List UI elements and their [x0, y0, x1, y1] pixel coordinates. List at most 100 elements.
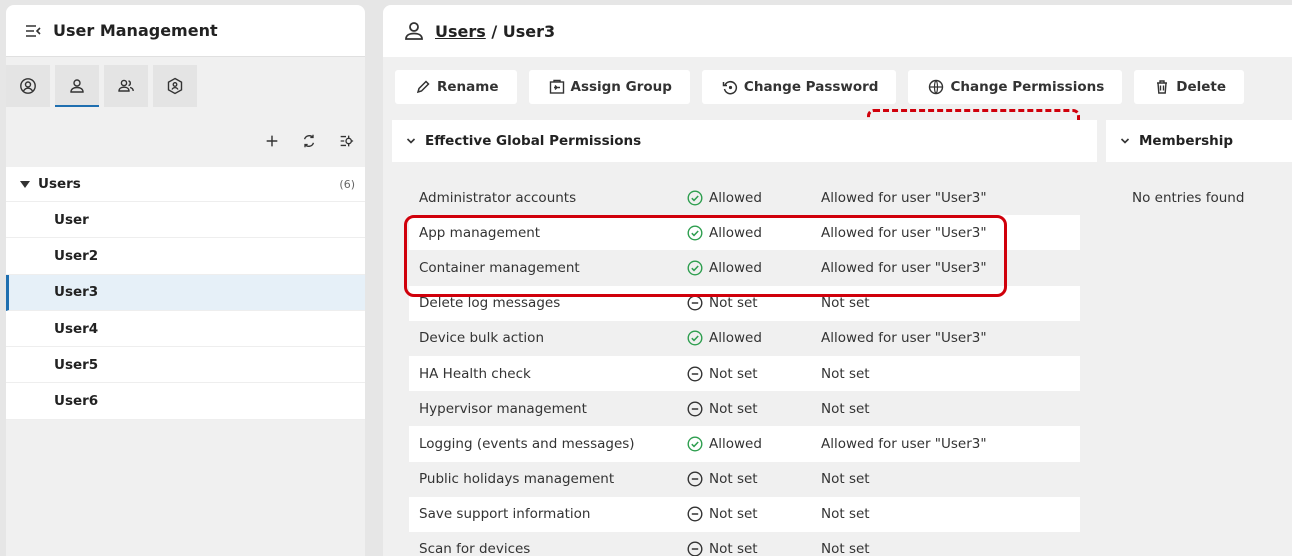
- membership-card: Membership No entries found: [1106, 120, 1292, 260]
- permission-status-label: Allowed: [709, 259, 762, 276]
- panel-title: User Management: [53, 21, 218, 40]
- action-toolbar: Rename Assign Group Change Password Chan…: [383, 57, 1292, 163]
- permission-status-label: Allowed: [709, 189, 762, 206]
- membership-card-header[interactable]: Membership: [1106, 120, 1292, 162]
- user-icon: [70, 79, 84, 93]
- permission-reason: Not set: [821, 400, 870, 417]
- tree-item-user2[interactable]: User2: [6, 238, 365, 275]
- permission-reason: Not set: [821, 506, 870, 523]
- permission-name: Public holidays management: [419, 471, 615, 488]
- tree-item-user4[interactable]: User4: [6, 310, 365, 348]
- membership-empty: No entries found: [1132, 190, 1245, 206]
- permission-status: Allowed: [687, 330, 821, 346]
- permission-name: Delete log messages: [419, 295, 561, 312]
- permission-name: Administrator accounts: [419, 189, 577, 206]
- permission-reason: Not set: [821, 471, 870, 488]
- permission-row: Container management Allowed Allowed for u…: [409, 250, 1080, 285]
- rename-button[interactable]: Rename: [395, 70, 517, 104]
- chevron-down-icon[interactable]: [406, 136, 416, 146]
- assign-group-icon: [549, 79, 564, 94]
- tab-groups[interactable]: [104, 65, 148, 107]
- permission-name: App management: [419, 224, 541, 241]
- tree-item-user3[interactable]: User3: [6, 274, 365, 311]
- tree-item-user6[interactable]: User6: [6, 383, 365, 420]
- permission-status: Not set: [687, 401, 821, 417]
- caret-down-icon[interactable]: [20, 180, 30, 188]
- permission-name: HA Health check: [419, 365, 531, 382]
- assign-group-button[interactable]: Assign Group: [528, 70, 690, 104]
- refresh-icon[interactable]: [300, 132, 318, 150]
- tree-group-label: Users: [38, 176, 81, 192]
- permission-row: Scan for devices Not set Not set: [409, 532, 1080, 556]
- permission-row: Administrator accounts Allowed Allowed for…: [409, 180, 1080, 215]
- permission-status-label: Not set: [709, 506, 758, 523]
- permission-name: Scan for devices: [419, 541, 531, 556]
- permission-name: Device bulk action: [419, 330, 545, 347]
- chevron-down-icon[interactable]: [1120, 136, 1130, 146]
- tree-toolbar: [6, 115, 365, 167]
- membership-title: Membership: [1139, 133, 1234, 149]
- permission-status-label: Allowed: [709, 435, 762, 452]
- permission-status: Allowed: [687, 260, 821, 276]
- permission-row: Logging (events and messages) Allowed Allo…: [409, 426, 1080, 462]
- group-icon: [118, 79, 134, 92]
- tab-users[interactable]: [55, 65, 99, 107]
- permission-status: Allowed: [687, 436, 821, 452]
- change-password-label: Change Password: [743, 79, 879, 95]
- tree-item-user5[interactable]: User5: [6, 347, 365, 384]
- role-shield-icon: [167, 77, 183, 95]
- permission-reason: Allowed for user "User3": [821, 435, 987, 452]
- permission-status-label: Not set: [709, 400, 758, 417]
- permissions-table: Administrator accounts Allowed Allowed for…: [392, 162, 1097, 556]
- permission-row: App management Allowed Allowed for user "U…: [409, 215, 1080, 251]
- permission-name: Hypervisor management: [419, 400, 587, 417]
- permission-reason: Allowed for user "User3": [821, 224, 987, 241]
- tree-item-user[interactable]: User: [6, 202, 365, 239]
- breadcrumb-users-link[interactable]: Users: [435, 22, 486, 41]
- delete-button[interactable]: Delete: [1134, 70, 1245, 104]
- effective-permissions-card: Effective Global Permissions Administrat…: [392, 120, 1097, 556]
- permission-status-label: Not set: [709, 471, 758, 488]
- panel-header: User Management: [6, 5, 365, 57]
- permission-row: Public holidays management Not set Not set: [409, 462, 1080, 497]
- minus-circle-icon: [687, 541, 703, 556]
- user-management-panel: User Management Users (6) User User2 Use…: [6, 5, 365, 556]
- permission-status: Not set: [687, 471, 821, 487]
- check-circle-icon: [687, 260, 703, 276]
- tab-roles[interactable]: [153, 65, 197, 107]
- add-icon[interactable]: [263, 132, 281, 150]
- permission-status-label: Not set: [709, 365, 758, 382]
- pencil-icon: [416, 80, 430, 94]
- permission-status: Allowed: [687, 225, 821, 241]
- change-password-button[interactable]: Change Password: [701, 70, 897, 104]
- permission-status-label: Allowed: [709, 224, 762, 241]
- permission-reason: Allowed for user "User3": [821, 330, 987, 347]
- breadcrumb-separator: /: [485, 21, 503, 41]
- collapse-tree-icon[interactable]: [337, 132, 355, 150]
- trash-icon: [1157, 80, 1168, 94]
- collapse-menu-icon[interactable]: [24, 22, 42, 40]
- change-permissions-label: Change Permissions: [950, 79, 1105, 95]
- user-detail-panel: Users / User3 Rename Assign Group Change…: [383, 5, 1292, 556]
- permission-reason: Allowed for user "User3": [821, 259, 987, 276]
- tree-group-users[interactable]: Users (6): [6, 167, 365, 202]
- password-reset-icon: [722, 80, 738, 95]
- tree-group-count: (6): [339, 177, 355, 191]
- minus-circle-icon: [687, 295, 703, 311]
- change-permissions-button[interactable]: Change Permissions: [908, 70, 1123, 104]
- permission-reason: Not set: [821, 365, 870, 382]
- globe-permissions-icon: [929, 79, 944, 95]
- permission-name: Container management: [419, 259, 580, 276]
- permission-name: Logging (events and messages): [419, 435, 635, 452]
- permissions-card-header[interactable]: Effective Global Permissions: [392, 120, 1097, 162]
- breadcrumb-current: User3: [502, 21, 556, 41]
- permission-status-label: Not set: [709, 541, 758, 556]
- check-circle-icon: [687, 330, 703, 346]
- entity-tabs: [6, 57, 365, 115]
- rename-label: Rename: [437, 79, 499, 95]
- breadcrumb: Users / User3: [435, 22, 555, 41]
- permission-status: Not set: [687, 506, 821, 522]
- delete-label: Delete: [1176, 79, 1227, 95]
- tab-accounts[interactable]: [6, 65, 50, 107]
- permission-reason: Allowed for user "User3": [821, 189, 987, 206]
